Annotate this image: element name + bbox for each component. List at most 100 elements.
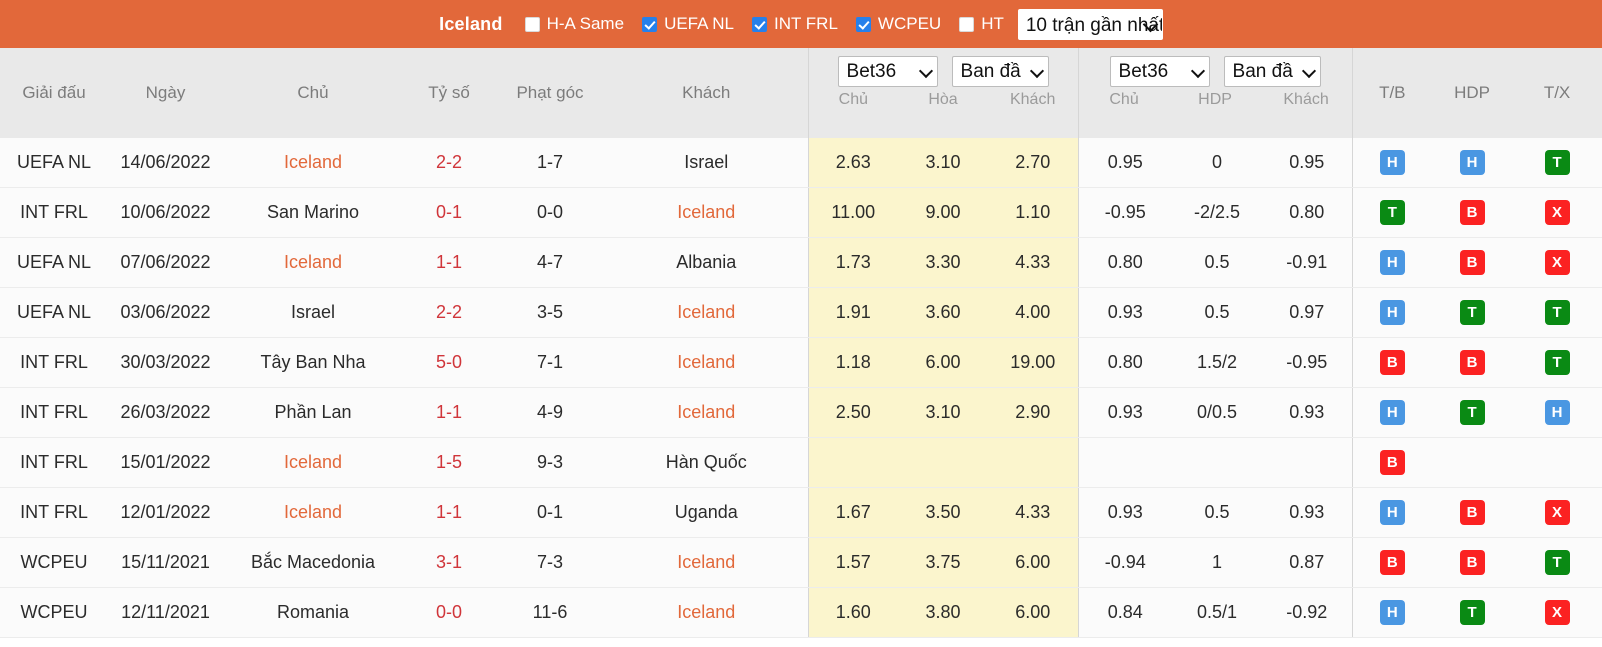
- chevron-down-icon: [918, 63, 933, 79]
- cell-hdp-home: 0.80: [1077, 237, 1173, 288]
- col-header-away[interactable]: Khách: [605, 48, 808, 138]
- result-badge: T: [1544, 300, 1570, 325]
- cell-tx-result: [1512, 437, 1602, 488]
- col-header-score[interactable]: Tỷ số: [403, 48, 495, 138]
- checkbox-unchecked-icon[interactable]: [524, 16, 540, 32]
- cell-tx-result: T: [1512, 337, 1602, 388]
- cell-hdp-home: 0.95: [1077, 138, 1173, 188]
- checkbox-checked-icon[interactable]: [751, 16, 767, 32]
- filter-label: HT: [981, 14, 1004, 33]
- col-header-league[interactable]: Giải đấu: [0, 48, 108, 138]
- cell-tx-result: X: [1512, 487, 1602, 538]
- team-title: Iceland: [439, 13, 503, 34]
- period-select-1[interactable]: Ban đầ: [951, 56, 1049, 87]
- filter-label: INT FRL: [773, 14, 838, 33]
- cell-hdp-line: 0: [1172, 138, 1263, 188]
- filter-label: UEFA NL: [664, 14, 734, 33]
- cell-odds-away: 19.00: [988, 337, 1079, 388]
- cell-date: 26/03/2022: [108, 387, 223, 438]
- table-row[interactable]: INT FRL 12/01/2022 Iceland 1-1 0-1 Uganda 1.67…: [0, 487, 1602, 538]
- cell-tx-result: X: [1512, 237, 1602, 288]
- filter-ht[interactable]: HT: [959, 14, 1004, 34]
- cell-odds-away: 2.70: [988, 138, 1079, 188]
- result-badge: T: [1544, 150, 1570, 175]
- cell-corner: 4-9: [495, 387, 605, 438]
- cell-tb-result: H: [1351, 138, 1433, 188]
- cell-odds-draw: 3.60: [898, 287, 988, 338]
- table-row[interactable]: INT FRL 30/03/2022 Tây Ban Nha 5-0 7-1 Icelan…: [0, 337, 1602, 388]
- col-group-handicap-odds: Bet36 Ban đầ Chủ HDP Khách: [1077, 48, 1353, 138]
- cell-hdp-home: -0.94: [1077, 537, 1173, 588]
- table-row[interactable]: INT FRL 10/06/2022 San Marino 0-1 0-0 Iceland…: [0, 187, 1602, 238]
- cell-score: 1-1: [403, 237, 495, 288]
- cell-odds-home: [807, 437, 898, 488]
- cell-odds-draw: 3.50: [898, 487, 988, 538]
- col-header-tx[interactable]: T/X: [1512, 48, 1602, 138]
- cell-hdp-result: B: [1432, 237, 1513, 288]
- bookmaker-value: Bet36: [846, 60, 897, 82]
- cell-tb-result: H: [1351, 237, 1433, 288]
- result-badge: T: [1459, 400, 1485, 425]
- result-badge: X: [1544, 500, 1570, 525]
- cell-home-team: Bắc Macedonia: [223, 537, 403, 588]
- result-badge: B: [1459, 500, 1485, 525]
- cell-date: 30/03/2022: [108, 337, 223, 388]
- cell-odds-away: [988, 437, 1079, 488]
- filter-uefa-nl[interactable]: UEFA NL: [642, 14, 734, 34]
- cell-away-team: Iceland: [605, 187, 808, 238]
- cell-odds-draw: 6.00: [898, 337, 988, 388]
- result-badge: X: [1544, 600, 1570, 625]
- result-badge: H: [1379, 500, 1405, 525]
- cell-hdp-home: 0.93: [1077, 487, 1173, 538]
- checkbox-checked-icon[interactable]: [642, 16, 658, 32]
- filter-ha-same[interactable]: H-A Same: [524, 14, 625, 34]
- col-header-home[interactable]: Chủ: [223, 48, 403, 138]
- cell-date: 14/06/2022: [108, 138, 223, 188]
- col-header-tb[interactable]: T/B: [1351, 48, 1433, 138]
- table-head: Giải đấu Ngày Chủ Tỷ số Phạt góc Khách B…: [0, 48, 1602, 138]
- filter-label: WCPEU: [877, 14, 942, 33]
- cell-tx-result: H: [1512, 387, 1602, 438]
- cell-odds-draw: 3.30: [898, 237, 988, 288]
- col-header-corner[interactable]: Phạt góc: [495, 48, 605, 138]
- result-badge: B: [1459, 350, 1485, 375]
- filter-wcpeu[interactable]: WCPEU: [855, 14, 942, 34]
- cell-odds-away: 6.00: [988, 587, 1079, 638]
- cell-tx-result: X: [1512, 587, 1602, 638]
- table-row[interactable]: INT FRL 15/01/2022 Iceland 1-5 9-3 Hàn Quốc B: [0, 437, 1602, 488]
- cell-hdp-line: 0.5/1: [1172, 587, 1263, 638]
- cell-odds-draw: 3.10: [898, 138, 988, 188]
- cell-tb-result: B: [1351, 337, 1433, 388]
- cell-hdp-away: 0.95: [1262, 138, 1353, 188]
- table-row[interactable]: UEFA NL 07/06/2022 Iceland 1-1 4-7 Albania 1.7…: [0, 237, 1602, 288]
- cell-date: 12/01/2022: [108, 487, 223, 538]
- cell-away-team: Iceland: [605, 537, 808, 588]
- cell-date: 15/01/2022: [108, 437, 223, 488]
- bookmaker-select-1[interactable]: Bet36: [837, 56, 938, 87]
- col-header-hdp-result[interactable]: HDP: [1432, 48, 1513, 138]
- filter-int-frl[interactable]: INT FRL: [751, 14, 838, 34]
- table-row[interactable]: UEFA NL 14/06/2022 Iceland 2-2 1-7 Israel 2.63…: [0, 138, 1602, 188]
- table-row[interactable]: UEFA NL 03/06/2022 Israel 2-2 3-5 Iceland 1.91…: [0, 287, 1602, 338]
- period-select-2[interactable]: Ban đầ: [1223, 56, 1321, 87]
- table-row[interactable]: WCPEU 15/11/2021 Bắc Macedonia 3-1 7-3 Icelan…: [0, 537, 1602, 588]
- col-header-date[interactable]: Ngày: [108, 48, 223, 138]
- cell-tb-result: H: [1351, 487, 1433, 538]
- cell-hdp-result: [1432, 437, 1513, 488]
- bookmaker-select-2[interactable]: Bet36: [1109, 56, 1210, 87]
- match-count-select[interactable]: 10 trận gần nhất: [1017, 8, 1163, 40]
- result-badge: T: [1459, 300, 1485, 325]
- cell-hdp-result: B: [1432, 187, 1513, 238]
- filter-toolbar: Iceland H-A Same UEFA NL INT FRL WCPEU H…: [0, 0, 1602, 48]
- checkbox-checked-icon[interactable]: [855, 16, 871, 32]
- table-row[interactable]: INT FRL 26/03/2022 Phần Lan 1-1 4-9 Iceland 2.…: [0, 387, 1602, 438]
- checkbox-unchecked-icon[interactable]: [959, 16, 975, 32]
- cell-hdp-home: [1077, 437, 1173, 488]
- table-row[interactable]: WCPEU 12/11/2021 Romania 0-0 11-6 Iceland 1.60…: [0, 587, 1602, 638]
- cell-score: 0-0: [403, 587, 495, 638]
- cell-odds-home: 1.67: [807, 487, 898, 538]
- cell-home-team: San Marino: [223, 187, 403, 238]
- filter-label: H-A Same: [546, 14, 625, 33]
- cell-corner: 1-7: [495, 138, 605, 188]
- table-header-row: Giải đấu Ngày Chủ Tỷ số Phạt góc Khách B…: [0, 48, 1602, 138]
